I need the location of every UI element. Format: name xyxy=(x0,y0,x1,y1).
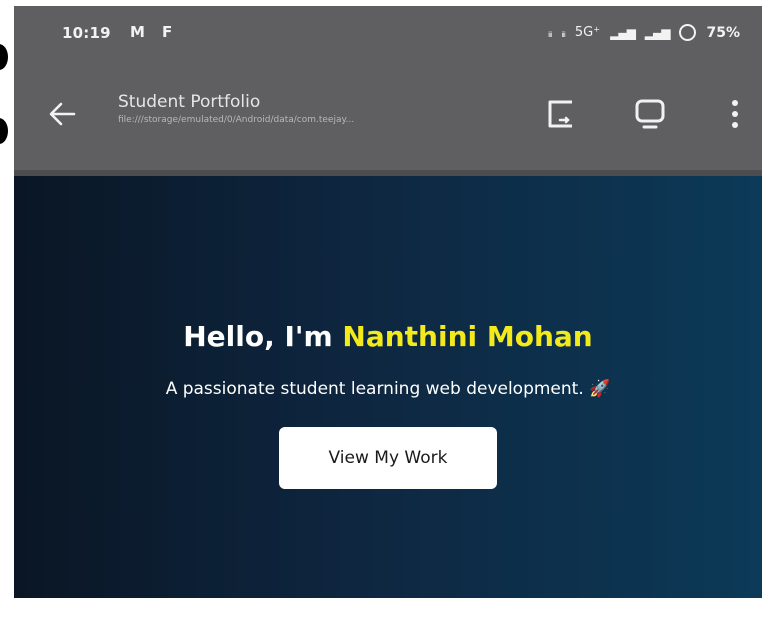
status-indicators: ᵢᵢᵢ ᵢᵢᵢ 5G⁺ ▂▄▆ ▂▄▆ 75% xyxy=(548,24,740,41)
edge-decoration xyxy=(0,118,8,144)
status-bar: 10:19 M F ᵢᵢᵢ ᵢᵢᵢ 5G⁺ ▂▄▆ ▂▄▆ 75% xyxy=(14,6,762,58)
page-title-block: Student Portfolio file:///storage/emulat… xyxy=(118,92,498,128)
view-my-work-button[interactable]: View My Work xyxy=(279,427,497,489)
hero-section: Hello, I'm Nanthini Mohan A passionate s… xyxy=(14,320,762,489)
desktop-view-button[interactable] xyxy=(630,94,670,134)
web-content: Hello, I'm Nanthini Mohan A passionate s… xyxy=(14,170,762,598)
hero-tagline: A passionate student learning web develo… xyxy=(165,379,611,399)
signal-icon: ᵢᵢᵢ xyxy=(561,25,566,40)
status-time: 10:19 xyxy=(62,24,111,42)
arrow-left-icon xyxy=(49,102,76,126)
edge-decoration xyxy=(0,44,8,70)
phone-screen: 10:19 M F ᵢᵢᵢ ᵢᵢᵢ 5G⁺ ▂▄▆ ▂▄▆ 75% Studen… xyxy=(14,6,762,598)
signal-bars-icon: ▂▄▆ xyxy=(644,25,671,40)
hero-name: Nanthini Mohan xyxy=(342,320,593,353)
signal-bars-icon: ▂▄▆ xyxy=(610,25,636,40)
back-button[interactable] xyxy=(44,96,80,132)
open-in-browser-icon xyxy=(548,100,572,128)
battery-icon xyxy=(679,24,697,41)
open-in-browser-button[interactable] xyxy=(542,94,582,134)
hero-heading: Hello, I'm Nanthini Mohan xyxy=(14,320,762,353)
signal-icon: ᵢᵢᵢ xyxy=(548,25,553,40)
battery-percent: 75% xyxy=(706,24,740,41)
hero-greeting: Hello, I'm xyxy=(183,320,343,353)
page-url: file:///storage/emulated/0/Android/data/… xyxy=(118,115,355,125)
more-vertical-icon xyxy=(732,100,738,128)
notification-icon: M xyxy=(130,23,145,41)
browser-toolbar: Student Portfolio file:///storage/emulat… xyxy=(14,58,762,170)
notification-icon: F xyxy=(162,23,173,41)
more-options-button[interactable] xyxy=(722,94,748,134)
network-type: 5G⁺ xyxy=(574,25,601,40)
page-title: Student Portfolio xyxy=(118,92,261,112)
desktop-view-icon xyxy=(635,99,665,129)
